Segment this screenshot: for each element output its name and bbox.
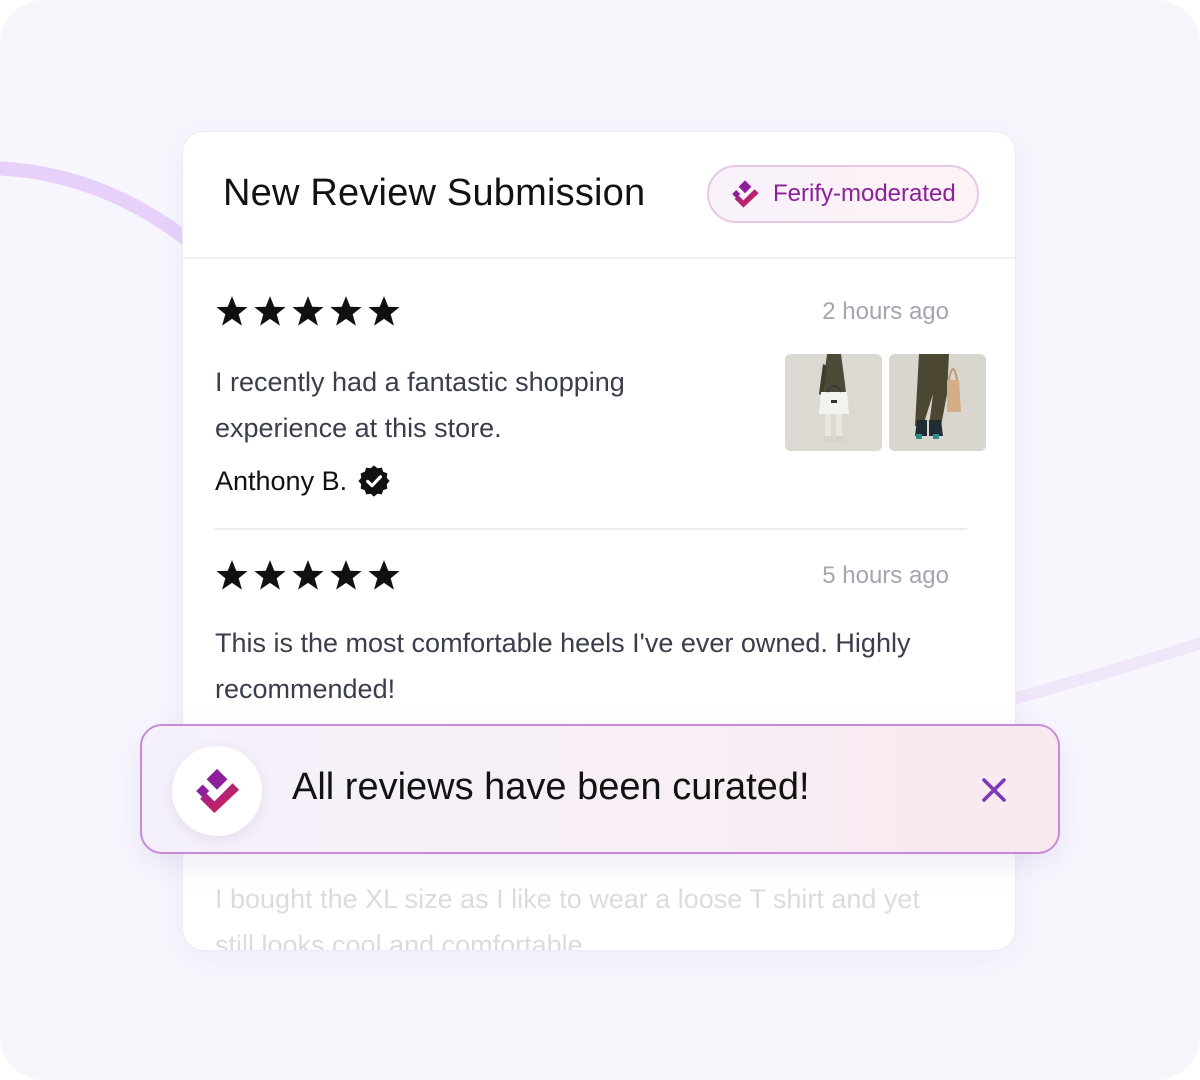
review-item: 5 hours ago This is the most comfortable…: [215, 532, 967, 732]
review-author: Anthony B.: [215, 464, 391, 498]
star-icon: [216, 560, 248, 590]
review-photo-thumbnail[interactable]: [889, 354, 986, 451]
review-text-line: experience at this store.: [215, 413, 502, 443]
star-icon: [368, 296, 400, 326]
close-button[interactable]: [974, 770, 1014, 810]
author-name: Anthony B.: [215, 465, 348, 496]
toast-logo: [172, 746, 262, 836]
star-icon: [368, 560, 400, 590]
star-icon: [292, 296, 324, 326]
star-icon: [330, 296, 362, 326]
review-text-line: This is the most comfortable heels I've …: [215, 628, 911, 658]
app-canvas: New Review Submission Ferify-moderated 2…: [0, 0, 1200, 1080]
star-icon: [254, 560, 286, 590]
star-icon: [292, 560, 324, 590]
star-icon: [254, 296, 286, 326]
badge-label: Ferify-moderated: [773, 180, 956, 207]
star-rating: [215, 294, 401, 328]
card-header: New Review Submission Ferify-moderated: [183, 132, 1015, 259]
card-title: New Review Submission: [223, 172, 646, 214]
star-icon: [330, 560, 362, 590]
review-text-line: recommended!: [215, 674, 396, 704]
review-text-line: still looks cool and comfortable: [215, 930, 583, 951]
review-text-line: I bought the XL size as I like to wear a…: [215, 884, 920, 914]
ferify-logo-icon: [196, 768, 240, 814]
review-text-line: I recently had a fantastic shopping: [215, 367, 625, 397]
ferify-logo-icon: [732, 180, 759, 208]
review-item: 2 hours ago I recently had a fantastic s…: [215, 260, 986, 530]
star-icon: [216, 296, 248, 326]
review-time: 5 hours ago: [822, 562, 949, 589]
verified-badge-icon: [358, 465, 390, 497]
star-rating: [215, 558, 401, 592]
toast-message: All reviews have been curated!: [292, 766, 810, 808]
outfit-photo-tan-bag: [889, 354, 986, 451]
curation-toast: All reviews have been curated!: [140, 724, 1060, 854]
outfit-photo-white-bag: [785, 354, 882, 451]
close-icon: [982, 778, 1006, 802]
ferify-moderated-badge: Ferify-moderated: [707, 165, 979, 223]
review-photo-thumbnail[interactable]: [785, 354, 882, 451]
review-time: 2 hours ago: [822, 298, 949, 325]
